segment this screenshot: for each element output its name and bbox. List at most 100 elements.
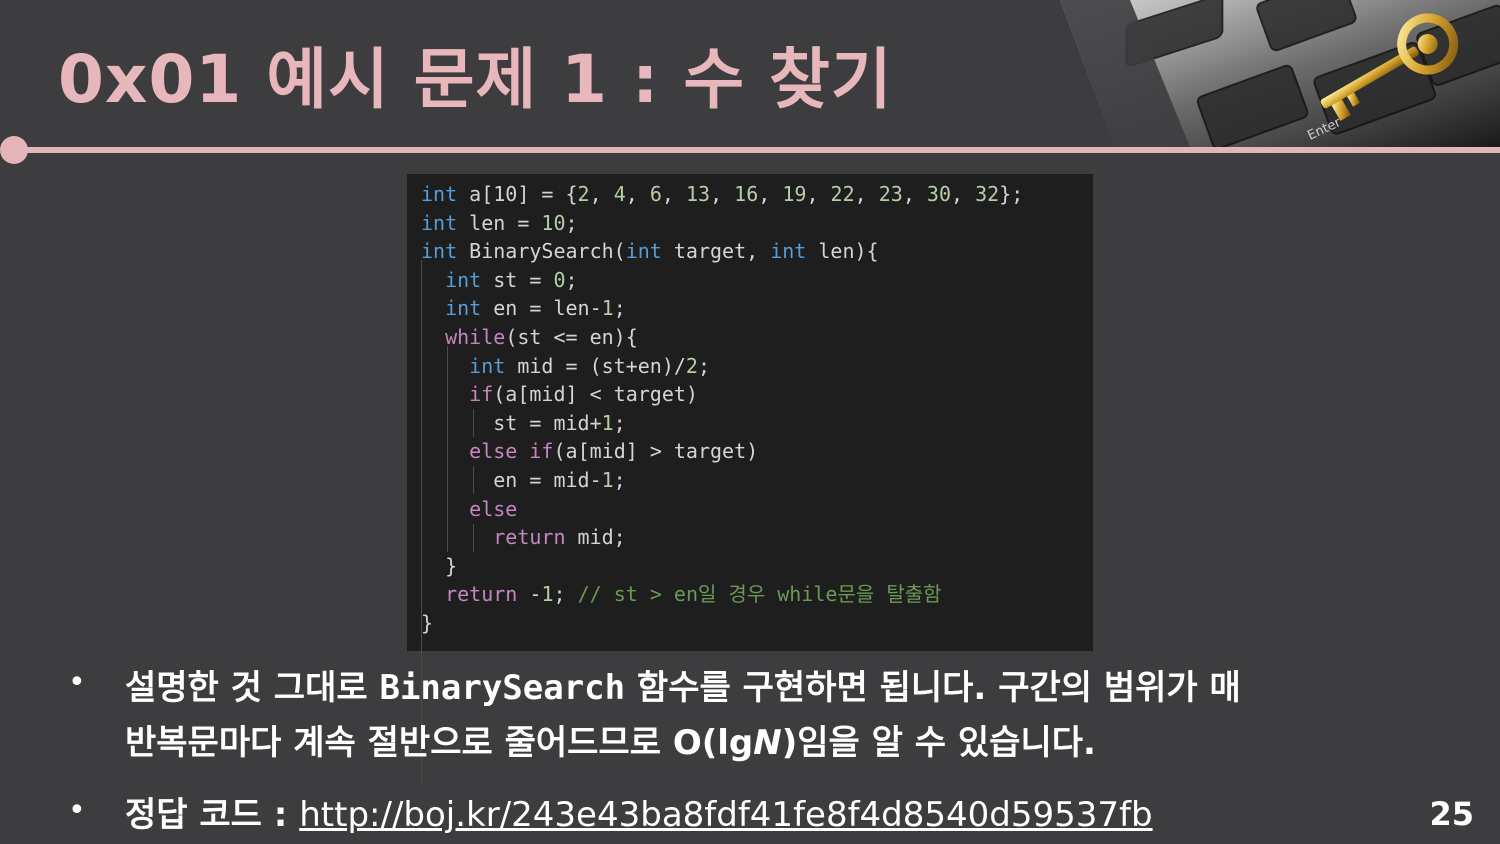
code-token: (a[mid] < target) xyxy=(493,382,698,407)
code-token: 2 xyxy=(577,182,590,206)
code-token: 4 xyxy=(613,182,626,206)
code-token: ; xyxy=(565,210,578,235)
code-line: int mid = (st+en)/2; xyxy=(421,352,710,380)
code-token: , xyxy=(661,182,686,206)
code-token: a[10] = { xyxy=(457,182,578,206)
code-token: int xyxy=(625,239,662,264)
code-token: int xyxy=(770,239,807,264)
bullet-2-line: 정답 코드 : http://boj.kr/243e43ba8fdf41fe8f… xyxy=(125,787,1153,836)
code-token: return xyxy=(493,525,566,550)
code-block: int a[10] = {2, 4, 6, 13, 16, 19, 22, 23… xyxy=(407,174,1093,784)
page-number: 25 xyxy=(1429,795,1474,833)
code-token: ; xyxy=(697,353,711,378)
answer-code-link[interactable]: http://boj.kr/243e43ba8fdf41fe8f4d8540d5… xyxy=(299,795,1152,835)
code-token: st = mid+ xyxy=(421,410,602,435)
code-line: int BinarySearch(int target, int len){ xyxy=(421,237,879,265)
code-token: int xyxy=(445,296,482,321)
code-token: 19 xyxy=(782,182,807,206)
code-token: 32 xyxy=(975,182,1000,206)
code-line: st = mid+1; xyxy=(421,409,626,437)
code-line: int en = len-1; xyxy=(421,294,626,322)
code-line: return mid; xyxy=(421,523,626,551)
code-token: len = xyxy=(457,210,542,235)
code-token: ; xyxy=(613,410,626,435)
code-token: mid = (st+en)/ xyxy=(505,353,686,378)
code-token: , xyxy=(854,182,879,206)
code-token: , xyxy=(806,182,831,206)
slide: 0x01 예시 문제 1 : 수 찾기 Enter int a[10] = {2… xyxy=(0,0,1500,844)
complexity-n: N xyxy=(753,723,782,763)
code-line: int st = 0; xyxy=(421,266,578,294)
code-token: en = len- xyxy=(481,296,602,321)
code-token: // st > en일 경우 while문을 탈출함 xyxy=(577,582,942,607)
code-line: if(a[mid] < target) xyxy=(421,380,698,408)
code-token: } xyxy=(421,553,458,578)
bullet-marker: • xyxy=(68,793,86,828)
code-token: 10 xyxy=(541,210,566,235)
code-token: while xyxy=(445,325,506,349)
keyboard-key-image: Enter xyxy=(1060,0,1500,147)
code-token: - xyxy=(517,582,542,607)
code-token: 1 xyxy=(601,296,614,321)
code-token: 2 xyxy=(685,353,698,378)
code-token: 30 xyxy=(926,182,951,206)
code-token: if xyxy=(469,382,494,407)
code-token: , xyxy=(589,182,614,206)
code-token: if xyxy=(529,439,554,464)
title-divider-dot xyxy=(0,136,28,164)
code-line: return -1; // st > en일 경우 while문을 탈출함 xyxy=(421,580,942,608)
code-line: while(st <= en){ xyxy=(421,323,638,351)
code-line: int len = 10; xyxy=(421,209,578,237)
code-line: } xyxy=(421,552,457,580)
code-token: int xyxy=(421,210,458,235)
code-token: int xyxy=(445,267,482,292)
code-line: int a[10] = {2, 4, 6, 13, 16, 19, 22, 23… xyxy=(421,180,1023,208)
function-name: BinarySearch xyxy=(379,668,626,708)
title-divider xyxy=(14,147,1500,153)
bullet-1-line-2-end: )임을 알 수 있습니다. xyxy=(781,723,1096,763)
bullet-1-line-1: 설명한 것 그대로 BinarySearch 함수를 구현하면 됩니다. 구간의… xyxy=(125,660,1241,709)
code-token: , xyxy=(625,182,650,206)
code-token: 22 xyxy=(830,182,855,206)
code-token: 23 xyxy=(878,182,903,206)
code-token: ; xyxy=(613,296,626,321)
code-line: else xyxy=(421,495,517,523)
code-token: 6 xyxy=(649,182,662,206)
code-token: , xyxy=(951,182,976,206)
code-line: en = mid-1; xyxy=(421,466,625,494)
answer-label: 정답 코드 : xyxy=(125,795,300,835)
slide-title: 0x01 예시 문제 1 : 수 찾기 xyxy=(58,41,893,118)
code-token: } xyxy=(421,611,434,635)
code-token: (a[mid] > target) xyxy=(553,439,759,464)
code-token: target, xyxy=(661,239,771,264)
code-token: int xyxy=(421,239,458,264)
code-token: 13 xyxy=(685,182,711,206)
bullet-1-text-end: 함수를 구현하면 됩니다. 구간의 범위가 매 xyxy=(625,668,1241,708)
code-token: 16 xyxy=(734,182,759,206)
bullet-1-text: 설명한 것 그대로 xyxy=(125,668,380,708)
code-token: else xyxy=(469,496,518,521)
code-token: return xyxy=(445,582,518,607)
code-token: ; xyxy=(553,582,578,607)
code-token: mid; xyxy=(565,525,626,550)
bullet-marker: • xyxy=(68,665,86,700)
code-token: 1 xyxy=(601,410,614,435)
code-token: ; xyxy=(565,267,578,292)
code-token: , xyxy=(902,182,927,206)
code-token: BinarySearch( xyxy=(457,239,626,264)
code-token: , xyxy=(710,182,735,206)
code-line: } xyxy=(421,609,433,637)
code-token: 0 xyxy=(553,267,566,292)
code-token: , xyxy=(758,182,783,206)
code-token: 1 xyxy=(541,582,554,607)
code-token: else xyxy=(469,439,518,464)
